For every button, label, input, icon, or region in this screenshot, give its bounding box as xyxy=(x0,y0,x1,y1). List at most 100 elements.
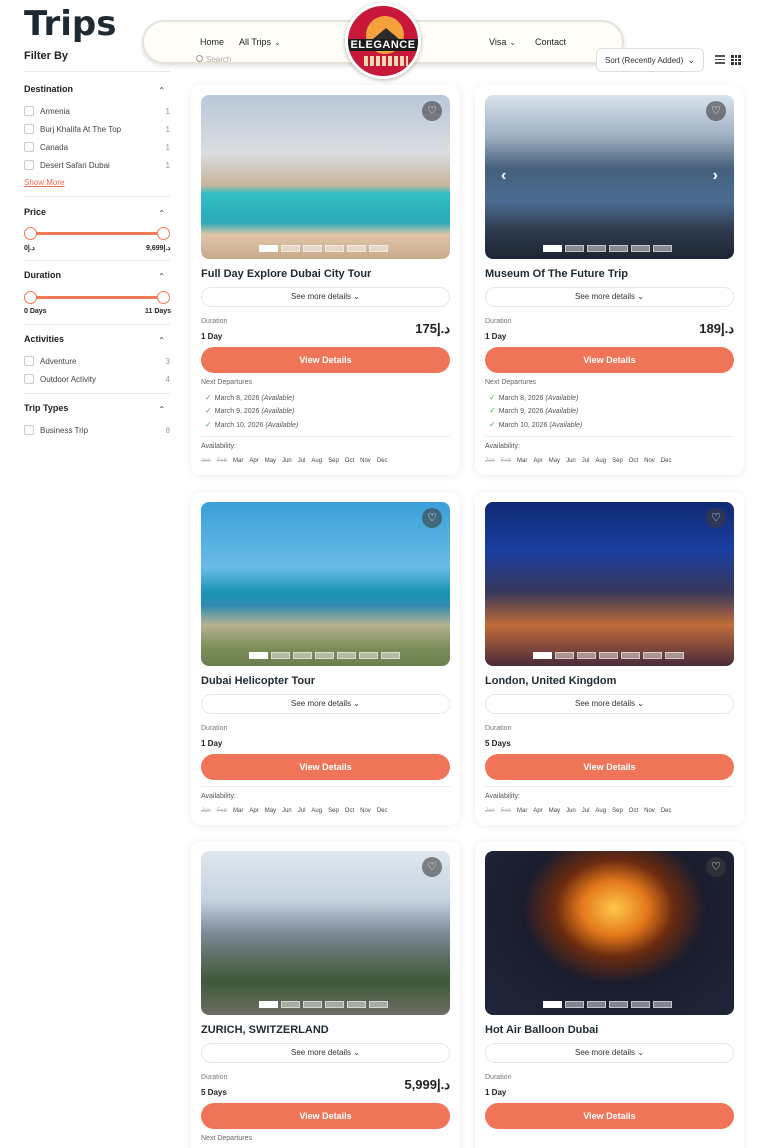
checkbox[interactable] xyxy=(24,106,34,116)
trip-title[interactable]: Hot Air Balloon Dubai xyxy=(485,1024,598,1036)
chevron-left-icon[interactable]: ‹ xyxy=(501,167,506,185)
trip-title[interactable]: Museum Of The Future Trip xyxy=(485,268,628,280)
sort-select[interactable]: Sort (Recently Added) ⌄ xyxy=(596,48,704,72)
trip-title[interactable]: Dubai Helicopter Tour xyxy=(201,675,315,687)
departure-date-text: March 10, 2026 xyxy=(498,422,548,429)
nav-visa[interactable]: Visa ⌄ xyxy=(489,37,516,47)
trip-card: ♡ ‹ › Museum Of The Future Trip See more… xyxy=(475,85,744,475)
view-details-button[interactable]: View Details xyxy=(201,347,450,373)
filter-option[interactable]: Burj Khalifa At The Top 1 xyxy=(24,123,170,137)
checkbox[interactable] xyxy=(24,356,34,366)
see-more-button[interactable]: See more details ⌄ xyxy=(201,287,450,307)
availability-label: Availability: xyxy=(485,443,520,450)
availability-status: (Available) xyxy=(265,422,299,429)
duration-value: 1 Day xyxy=(201,739,223,748)
month: May xyxy=(264,808,277,814)
view-details-button[interactable]: View Details xyxy=(485,1103,734,1129)
brand-logo[interactable]: ELEGANCE xyxy=(345,3,421,79)
see-more-button[interactable]: See more details ⌄ xyxy=(201,694,450,714)
filter-option[interactable]: Armenia 1 xyxy=(24,105,170,119)
trip-image[interactable]: ♡ ‹ › xyxy=(485,95,734,259)
chevron-down-icon: ⌄ xyxy=(687,55,695,65)
availability-status: (Available) xyxy=(545,408,579,415)
trip-image[interactable]: ♡ xyxy=(485,502,734,666)
duration-min-handle[interactable] xyxy=(24,291,37,304)
month: Apr xyxy=(249,458,259,464)
availability-months: Jan Feb Mar Apr May Jun Jul Aug Sep Oct Nov Dec xyxy=(201,458,387,464)
trip-title[interactable]: ZURICH, SWITZERLAND xyxy=(201,1024,329,1036)
checkbox[interactable] xyxy=(24,142,34,152)
chevron-up-icon[interactable]: ⌄ xyxy=(158,270,166,281)
view-details-button[interactable]: View Details xyxy=(201,754,450,780)
checkbox[interactable] xyxy=(24,160,34,170)
see-more-button[interactable]: See more details ⌄ xyxy=(485,287,734,307)
heart-icon[interactable]: ♡ xyxy=(706,508,726,528)
month: Sep xyxy=(328,458,339,464)
chevron-down-icon: ⌄ xyxy=(637,1048,644,1057)
filter-option-count: 1 xyxy=(165,125,170,134)
filter-option[interactable]: Outdoor Activity 4 xyxy=(24,373,170,387)
see-more-button[interactable]: See more details ⌄ xyxy=(485,694,734,714)
filter-option-label: Burj Khalifa At The Top xyxy=(40,125,122,134)
availability-months: Jan Feb Mar Apr May Jun Jul Aug Sep Oct Nov Dec xyxy=(485,458,671,464)
month: Feb xyxy=(500,808,512,814)
month: Dec xyxy=(660,458,672,464)
chevron-up-icon[interactable]: ⌄ xyxy=(158,334,166,345)
heart-icon[interactable]: ♡ xyxy=(706,101,726,121)
view-details-button[interactable]: View Details xyxy=(485,754,734,780)
heart-icon[interactable]: ♡ xyxy=(706,857,726,877)
departure-date: ✓ March 10, 2026 (Available) xyxy=(489,420,582,429)
filter-option[interactable]: Business Trip 8 xyxy=(24,424,170,438)
chevron-down-icon: ⌄ xyxy=(353,699,360,708)
month: Mar xyxy=(233,808,244,814)
month: May xyxy=(548,808,561,814)
heart-icon[interactable]: ♡ xyxy=(422,857,442,877)
check-icon: ✓ xyxy=(489,406,496,415)
filter-option[interactable]: Adventure 3 xyxy=(24,355,170,369)
see-more-label: See more details xyxy=(575,292,636,301)
see-more-button[interactable]: See more details ⌄ xyxy=(485,1043,734,1063)
chevron-up-icon[interactable]: ⌄ xyxy=(158,84,166,95)
nav-home[interactable]: Home xyxy=(200,37,224,47)
checkbox[interactable] xyxy=(24,374,34,384)
month: Mar xyxy=(517,458,528,464)
show-more-link[interactable]: Show More xyxy=(24,178,64,187)
next-departures-label: Next Departures xyxy=(485,379,536,386)
trip-image[interactable]: ♡ xyxy=(201,502,450,666)
heart-icon[interactable]: ♡ xyxy=(422,508,442,528)
trip-types-heading: Trip Types xyxy=(24,403,69,413)
trip-image[interactable]: ♡ xyxy=(201,851,450,1015)
list-view-icon[interactable] xyxy=(715,55,725,64)
month: Apr xyxy=(249,808,259,814)
departure-date-text: March 10, 2026 xyxy=(214,422,264,429)
duration-max-handle[interactable] xyxy=(157,291,170,304)
checkbox[interactable] xyxy=(24,124,34,134)
chevron-up-icon[interactable]: ⌄ xyxy=(158,207,166,218)
view-details-button[interactable]: View Details xyxy=(485,347,734,373)
nav-visa-label: Visa xyxy=(489,37,507,47)
price-max-handle[interactable] xyxy=(157,227,170,240)
chevron-up-icon[interactable]: ⌄ xyxy=(158,403,166,414)
filter-option[interactable]: Desert Safari Dubai 1 xyxy=(24,159,170,173)
view-details-button[interactable]: View Details xyxy=(201,1103,450,1129)
trip-title[interactable]: London, United Kingdom xyxy=(485,675,616,687)
trip-card: ♡ Full Day Explore Dubai City Tour See m… xyxy=(191,85,460,475)
trip-image[interactable]: ♡ xyxy=(485,851,734,1015)
search-input[interactable]: Search xyxy=(196,55,231,64)
checkbox[interactable] xyxy=(24,425,34,435)
see-more-button[interactable]: See more details ⌄ xyxy=(201,1043,450,1063)
trip-title[interactable]: Full Day Explore Dubai City Tour xyxy=(201,268,371,280)
trip-image[interactable]: ♡ xyxy=(201,95,450,259)
filter-option[interactable]: Canada 1 xyxy=(24,141,170,155)
filter-option-count: 1 xyxy=(165,161,170,170)
month: May xyxy=(264,458,277,464)
price-min-handle[interactable] xyxy=(24,227,37,240)
month: Oct xyxy=(344,458,355,464)
month: Nov xyxy=(360,808,371,814)
grid-view-icon[interactable] xyxy=(731,55,741,65)
heart-icon[interactable]: ♡ xyxy=(422,101,442,121)
chevron-right-icon[interactable]: › xyxy=(713,167,718,185)
month: Sep xyxy=(612,458,623,464)
nav-contact[interactable]: Contact xyxy=(535,37,566,47)
nav-all-trips[interactable]: All Trips ⌄ xyxy=(239,37,281,47)
